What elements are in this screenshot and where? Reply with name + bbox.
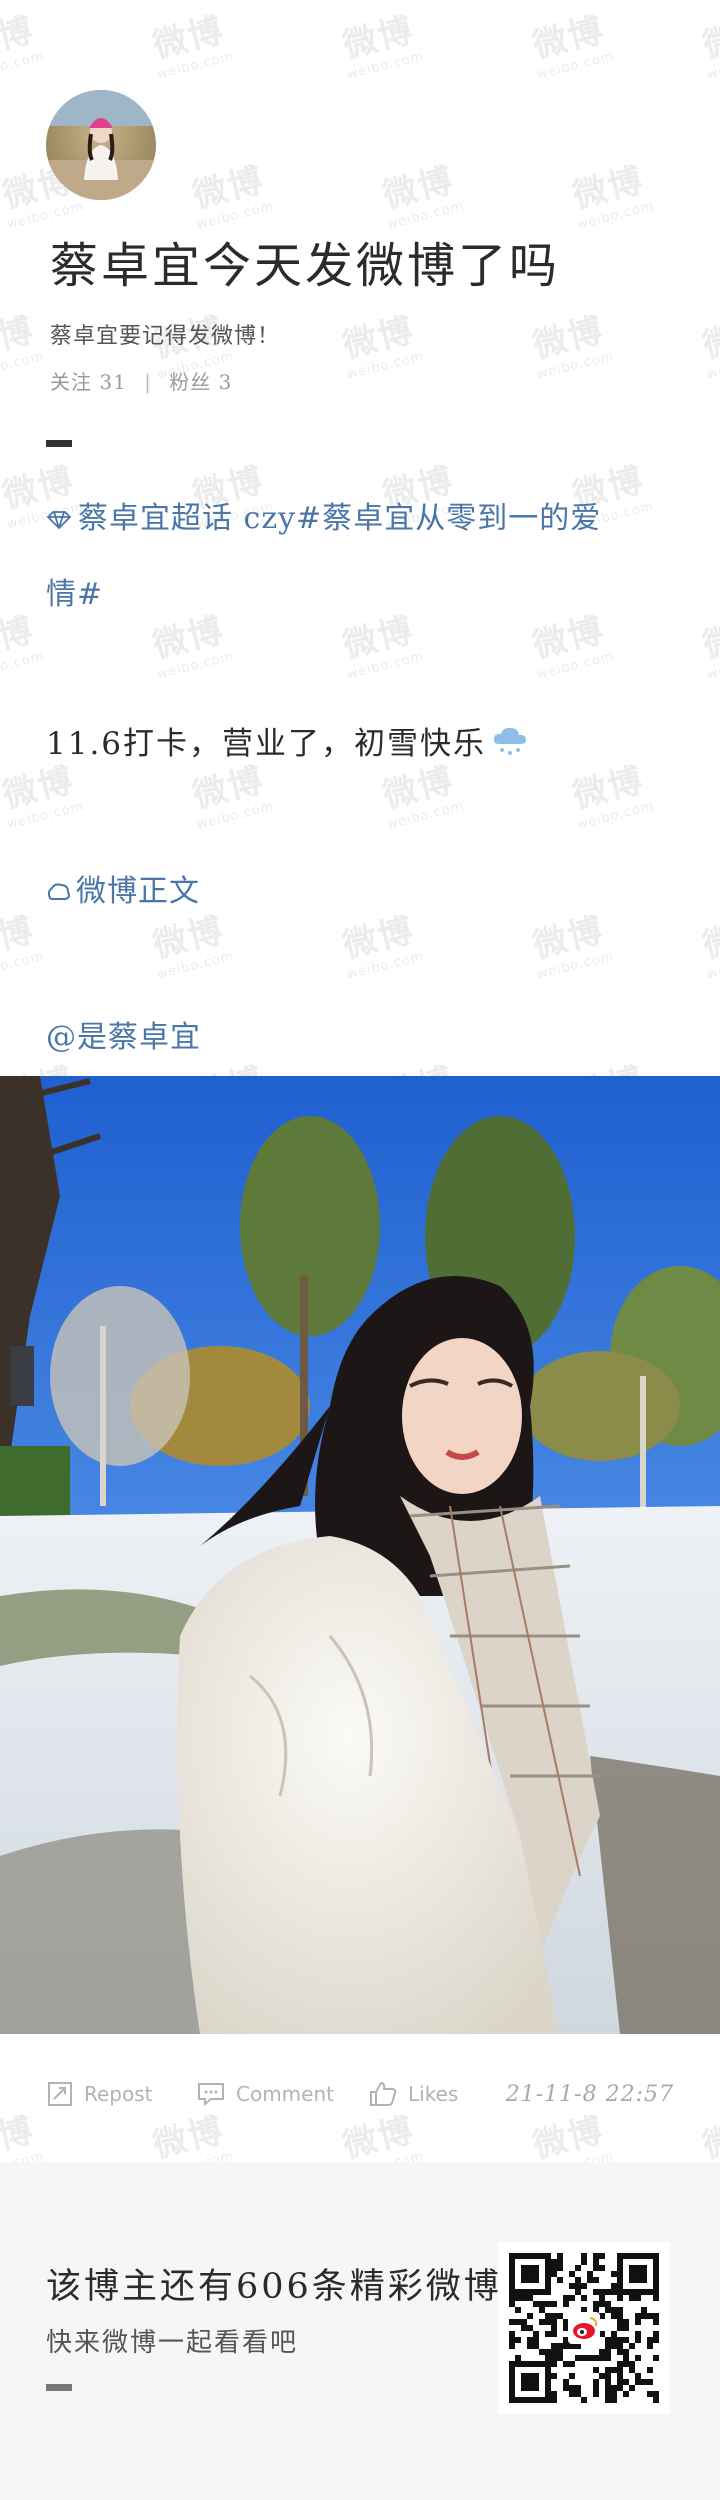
watermark-tile: 微博weibo.com: [0, 310, 46, 383]
like-button[interactable]: Likes: [368, 2080, 458, 2108]
watermark-tile: 微博weibo.com: [338, 10, 426, 83]
watermark-tile: 微博weibo.com: [0, 10, 46, 83]
qr-code[interactable]: [498, 2242, 670, 2414]
user-mention[interactable]: @是蔡卓宜: [46, 1012, 676, 1056]
comment-label: Comment: [236, 2082, 334, 2106]
like-icon: [368, 2080, 398, 2108]
watermark-tile: 微博weibo.com: [0, 610, 46, 683]
weibo-logo-icon: [568, 2312, 600, 2344]
watermark-tile: 微博weibo.com: [698, 310, 720, 383]
footer-title: 该博主还有606条精彩微博: [46, 2267, 502, 2307]
full-text-icon: [46, 877, 72, 912]
watermark-tile: 微博weibo.com: [528, 10, 616, 83]
comment-button[interactable]: Comment: [196, 2080, 334, 2108]
watermark-tile: 微博weibo.com: [188, 160, 276, 233]
comment-icon: [196, 2080, 226, 2108]
watermark-tile: 微博weibo.com: [568, 160, 656, 233]
following-label[interactable]: 关注: [50, 370, 92, 394]
post-body: 11.6打卡，营业了，初雪快乐: [46, 718, 676, 766]
followers-count[interactable]: 3: [219, 370, 233, 394]
post-photo[interactable]: [0, 1076, 720, 2034]
watermark-tile: 微博weibo.com: [698, 910, 720, 983]
supertopic-text-line2: 情#: [46, 577, 104, 612]
full-text-label: 微博正文: [76, 874, 200, 909]
watermark-tile: 微博weibo.com: [698, 10, 720, 83]
watermark-tile: 微博weibo.com: [0, 910, 46, 983]
profile-bio: 蔡卓宜要记得发微博！: [50, 324, 281, 349]
section-divider: [46, 440, 72, 447]
avatar[interactable]: [46, 90, 156, 200]
watermark-tile: 微博weibo.com: [148, 10, 236, 83]
repost-button[interactable]: Repost: [46, 2080, 153, 2108]
supertopic-link[interactable]: 蔡卓宜超话 czy#蔡卓宜从零到一的爱 情#: [46, 482, 676, 632]
followers-label[interactable]: 粉丝: [169, 370, 211, 394]
full-text-link[interactable]: 微博正文: [46, 866, 676, 912]
footer-banner: 该博主还有606条精彩微博 快来微博一起看看吧: [0, 2162, 720, 2500]
snow-cloud-icon: [490, 724, 530, 766]
watermark-tile: 微博weibo.com: [698, 610, 720, 683]
diamond-icon: [46, 484, 72, 558]
supertopic-text-line1: 蔡卓宜超话 czy#蔡卓宜从零到一的爱: [78, 501, 602, 536]
following-count[interactable]: 31: [99, 370, 126, 394]
repost-label: Repost: [84, 2082, 153, 2106]
post-body-text: 11.6打卡，营业了，初雪快乐: [46, 726, 487, 762]
profile-stats: 关注 31 | 粉丝 3: [50, 366, 232, 395]
post-text: 蔡卓宜超话 czy#蔡卓宜从零到一的爱 情# 11.6打卡，营业了，初雪快乐 微…: [46, 482, 676, 1056]
watermark-tile: 微博weibo.com: [338, 310, 426, 383]
post-timestamp: 21-11-8 22:57: [505, 2082, 674, 2107]
stats-separator: |: [144, 370, 152, 394]
footer-divider: [46, 2384, 72, 2391]
watermark-tile: 微博weibo.com: [378, 160, 466, 233]
footer-subtitle: 快来微博一起看看吧: [46, 2328, 299, 2358]
action-bar: Repost Comment Likes 21-11-8 22:57: [0, 2070, 720, 2122]
page-title: 蔡卓宜今天发微博了吗: [50, 238, 561, 294]
repost-icon: [46, 2080, 74, 2108]
likes-label: Likes: [408, 2082, 459, 2106]
watermark-tile: 微博weibo.com: [528, 310, 616, 383]
